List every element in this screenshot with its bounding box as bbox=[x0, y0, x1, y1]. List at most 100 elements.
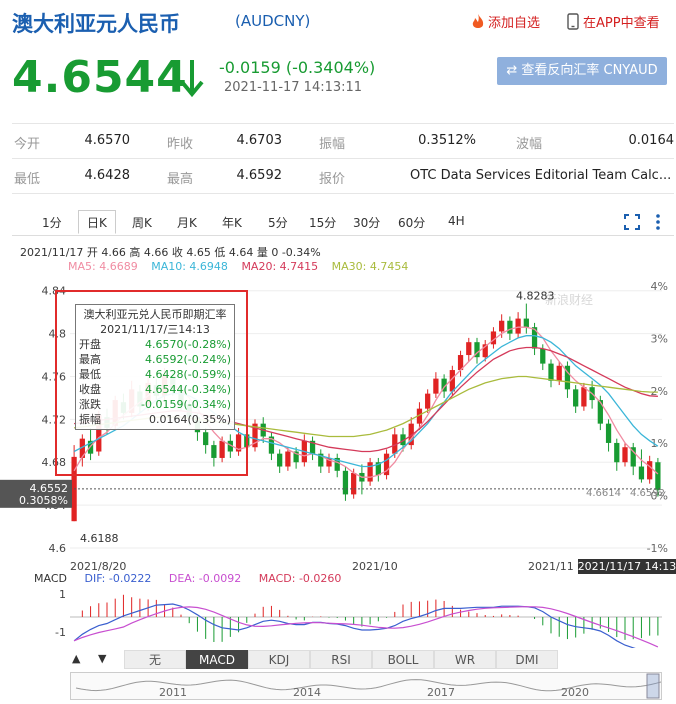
tab-60min[interactable]: 60分 bbox=[398, 214, 425, 231]
amplitude-value: 0.3512% bbox=[418, 133, 476, 148]
tooltip-key: 涨跌 bbox=[79, 398, 101, 411]
candle-body bbox=[367, 462, 373, 482]
navigator-handle bbox=[646, 673, 660, 699]
dif-legend: DIF: -0.0222 bbox=[84, 572, 152, 585]
tooltip-value: 4.6428(-0.59%) bbox=[145, 368, 231, 381]
macd-title: MACD bbox=[34, 572, 67, 585]
navigator-year-label: 2014 bbox=[293, 686, 321, 699]
candle-body bbox=[597, 400, 603, 424]
down-arrow-icon bbox=[180, 60, 204, 98]
low-label: 最低 bbox=[14, 172, 41, 187]
quote-time: 2021-11-17 14:13:11 bbox=[224, 80, 363, 95]
price-change: -0.0159 (-0.3404%) bbox=[219, 58, 376, 77]
triangle-down-icon[interactable]: ▼ bbox=[98, 652, 106, 665]
indicator-macd[interactable]: MACD bbox=[186, 650, 248, 669]
tooltip-row: 最高 4.6592(-0.24%) bbox=[79, 352, 231, 367]
tab-monthly[interactable]: 月K bbox=[177, 214, 197, 231]
candle-body bbox=[285, 451, 291, 467]
tab-1min[interactable]: 1分 bbox=[42, 214, 62, 231]
dea-legend: DEA: -0.0092 bbox=[168, 572, 242, 585]
range-navigator[interactable]: 2011 2014 2017 2020 bbox=[70, 672, 667, 700]
wave-value: 0.0164 bbox=[628, 133, 675, 148]
indicator-none[interactable]: 无 bbox=[124, 650, 186, 669]
high-value: 4.6592 bbox=[236, 168, 283, 183]
stats-row: 最低 4.6428 最高 4.6592 报价 OTC Data Services… bbox=[12, 159, 674, 194]
tab-4h[interactable]: 4H bbox=[448, 214, 465, 228]
tooltip-value: -0.0159(-0.34%) bbox=[141, 398, 231, 411]
navigator-year-label: 2011 bbox=[159, 686, 187, 699]
current-price: 4.6544 bbox=[12, 52, 188, 103]
tab-30min[interactable]: 30分 bbox=[353, 214, 380, 231]
tab-15min[interactable]: 15分 bbox=[309, 214, 336, 231]
last-low-label: 4.6614 bbox=[586, 488, 621, 499]
view-in-app-button[interactable]: 在APP中查看 bbox=[567, 12, 660, 31]
cursor-pct: 0.3058% bbox=[19, 494, 68, 507]
ohlc-tooltip: 澳大利亚元兑人民币即期汇率 2021/11/17/三14:13 开盘 4.6570… bbox=[75, 304, 235, 430]
open-value: 4.6570 bbox=[84, 133, 131, 148]
tooltip-date: 2021/11/17/三14:13 bbox=[100, 323, 210, 336]
tooltip-value: 0.0164(0.35%) bbox=[148, 413, 231, 426]
fire-icon bbox=[472, 14, 484, 28]
pct-tick-label: -1% bbox=[647, 542, 668, 555]
candle-info: 2021/11/17 开 4.66 高 4.66 收 4.65 低 4.64 量… bbox=[20, 246, 321, 259]
tooltip-row: 收盘 4.6544(-0.34%) bbox=[79, 382, 231, 397]
last-high-label: 4.6592 bbox=[630, 488, 665, 499]
reverse-rate-button[interactable]: ⇄ 查看反向汇率 CNYAUD bbox=[497, 57, 667, 85]
add-favorite-label: 添加自选 bbox=[488, 16, 541, 31]
candle-body bbox=[277, 453, 283, 467]
navigator-overview[interactable]: 2011 2014 2017 2020 bbox=[71, 673, 667, 699]
navigator-year-label: 2020 bbox=[561, 686, 589, 699]
candle-body bbox=[342, 470, 349, 495]
pct-tick-label: 3% bbox=[651, 332, 668, 345]
fullscreen-icon[interactable] bbox=[624, 214, 640, 230]
tooltip-key: 开盘 bbox=[79, 338, 101, 351]
candle-body bbox=[425, 393, 431, 409]
indicator-kdj[interactable]: KDJ bbox=[248, 650, 310, 669]
candle-body bbox=[655, 462, 661, 491]
candle-body bbox=[573, 389, 579, 407]
tooltip-key: 最高 bbox=[79, 353, 101, 366]
low-value: 4.6428 bbox=[84, 168, 131, 183]
tooltip-row: 振幅 0.0164(0.35%) bbox=[79, 412, 231, 427]
candle-body bbox=[581, 387, 587, 407]
candle-body bbox=[466, 342, 472, 356]
view-in-app-label: 在APP中查看 bbox=[583, 16, 660, 31]
tab-yearly[interactable]: 年K bbox=[222, 214, 242, 231]
tooltip-row: 最低 4.6428(-0.59%) bbox=[79, 367, 231, 382]
stats-table: 今开 4.6570 昨收 4.6703 振幅 0.3512% 波幅 0.0164… bbox=[12, 123, 674, 194]
tab-daily[interactable]: 日K bbox=[78, 210, 116, 234]
navigator-year-label: 2017 bbox=[427, 686, 455, 699]
candle-body bbox=[556, 365, 562, 381]
prev-close-value: 4.6703 bbox=[236, 133, 283, 148]
period-tabs: 1分 日K 周K 月K 年K 5分 15分 30分 60分 4H bbox=[12, 210, 674, 236]
candle-body bbox=[622, 447, 628, 463]
indicator-rsi[interactable]: RSI bbox=[310, 650, 372, 669]
indicator-wr[interactable]: WR bbox=[434, 650, 496, 669]
high-label: 最高 bbox=[167, 172, 194, 187]
triangle-up-icon[interactable]: ▲ bbox=[72, 652, 80, 665]
candle-body bbox=[638, 466, 645, 480]
prev-close-label: 昨收 bbox=[167, 137, 194, 152]
cursor-date: 2021/11/17 14:13 bbox=[578, 560, 676, 573]
tooltip-value: 4.6544(-0.34%) bbox=[145, 383, 231, 396]
wave-label: 波幅 bbox=[516, 137, 543, 152]
min-price-label: 4.6188 bbox=[80, 532, 119, 545]
tab-5min[interactable]: 5分 bbox=[268, 214, 288, 231]
tab-weekly[interactable]: 周K bbox=[132, 214, 152, 231]
swap-icon: ⇄ bbox=[506, 63, 518, 78]
open-label: 今开 bbox=[14, 137, 41, 152]
reverse-rate-label: 查看反向汇率 CNYAUD bbox=[521, 63, 658, 78]
candle-body bbox=[351, 472, 357, 495]
more-icon[interactable] bbox=[655, 213, 661, 231]
candle-body bbox=[540, 348, 546, 364]
candle-body bbox=[647, 461, 653, 480]
add-favorite-button[interactable]: 添加自选 bbox=[471, 12, 540, 31]
tooltip-key: 收盘 bbox=[79, 383, 101, 396]
max-price-label: 4.8283 bbox=[516, 289, 555, 302]
tooltip-key: 最低 bbox=[79, 368, 101, 381]
indicator-dmi[interactable]: DMI bbox=[496, 650, 558, 669]
candle-body bbox=[523, 318, 529, 328]
indicator-boll[interactable]: BOLL bbox=[372, 650, 434, 669]
amplitude-label: 振幅 bbox=[319, 137, 346, 152]
macd-legend: MACD DIF: -0.0222 DEA: -0.0092 MACD: -0.… bbox=[34, 572, 355, 585]
